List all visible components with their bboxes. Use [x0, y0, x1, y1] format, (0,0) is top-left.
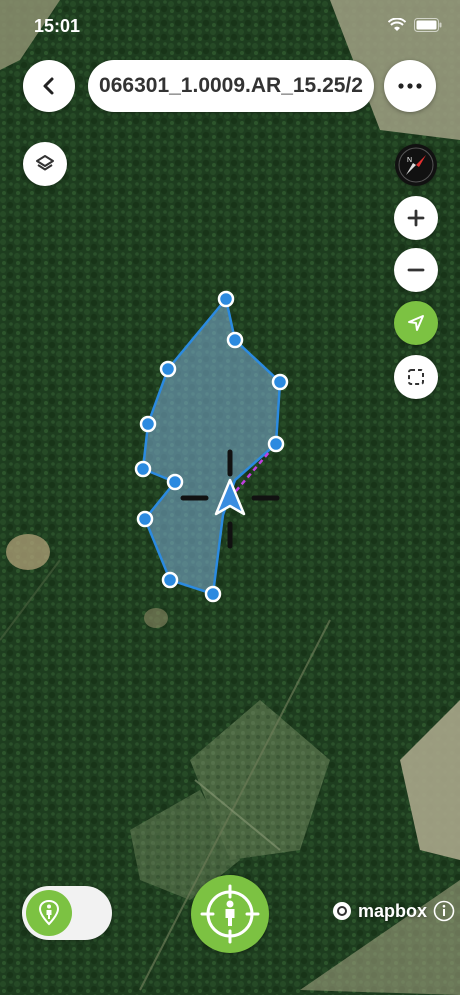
layers-icon: [36, 155, 54, 171]
satellite-map[interactable]: [0, 0, 460, 995]
person-pin-icon: [38, 899, 60, 926]
zoom-in-button[interactable]: [394, 196, 438, 240]
more-button[interactable]: [384, 60, 436, 112]
select-area-button[interactable]: [394, 355, 438, 399]
svg-text:N: N: [407, 157, 412, 164]
compass-icon: N: [398, 147, 434, 183]
vertex[interactable]: [159, 360, 177, 378]
vertex[interactable]: [134, 460, 152, 478]
toggle-knob: [26, 890, 72, 936]
wifi-icon: [388, 18, 406, 31]
minus-icon: [407, 268, 425, 272]
status-icons: [388, 18, 442, 32]
record-position-button[interactable]: [191, 875, 269, 953]
mapbox-logo-icon: [333, 902, 351, 920]
locate-button[interactable]: [394, 301, 438, 345]
mapbox-attribution: mapbox: [332, 900, 455, 922]
layers-button[interactable]: [23, 142, 67, 186]
title-pill[interactable]: 066301_1.0009.AR_15.25/2: [88, 60, 374, 112]
vertex[interactable]: [217, 290, 235, 308]
vertex[interactable]: [161, 571, 179, 589]
vertex[interactable]: [267, 435, 285, 453]
status-time: 15:01: [34, 16, 81, 36]
battery-icon: [414, 18, 442, 32]
vertex[interactable]: [166, 473, 184, 491]
walk-mode-toggle[interactable]: [22, 886, 112, 940]
mapbox-label: mapbox: [358, 900, 428, 921]
vertex[interactable]: [226, 331, 244, 349]
chevron-left-icon: [43, 77, 54, 95]
back-button[interactable]: [23, 60, 75, 112]
ellipsis-icon: [398, 83, 422, 89]
vertex[interactable]: [136, 510, 154, 528]
compass-button[interactable]: N: [395, 144, 437, 186]
location-arrow-icon: [408, 315, 424, 331]
status-bar: 15:01: [0, 0, 460, 50]
page-title: 066301_1.0009.AR_15.25/2: [99, 74, 363, 97]
dashed-square-icon: [408, 369, 424, 385]
info-icon[interactable]: [433, 900, 455, 922]
vertex[interactable]: [139, 415, 157, 433]
person-target-icon: [200, 884, 260, 944]
zoom-out-button[interactable]: [394, 248, 438, 292]
vertex[interactable]: [271, 373, 289, 391]
plus-icon: [407, 209, 425, 227]
vertex[interactable]: [204, 585, 222, 603]
